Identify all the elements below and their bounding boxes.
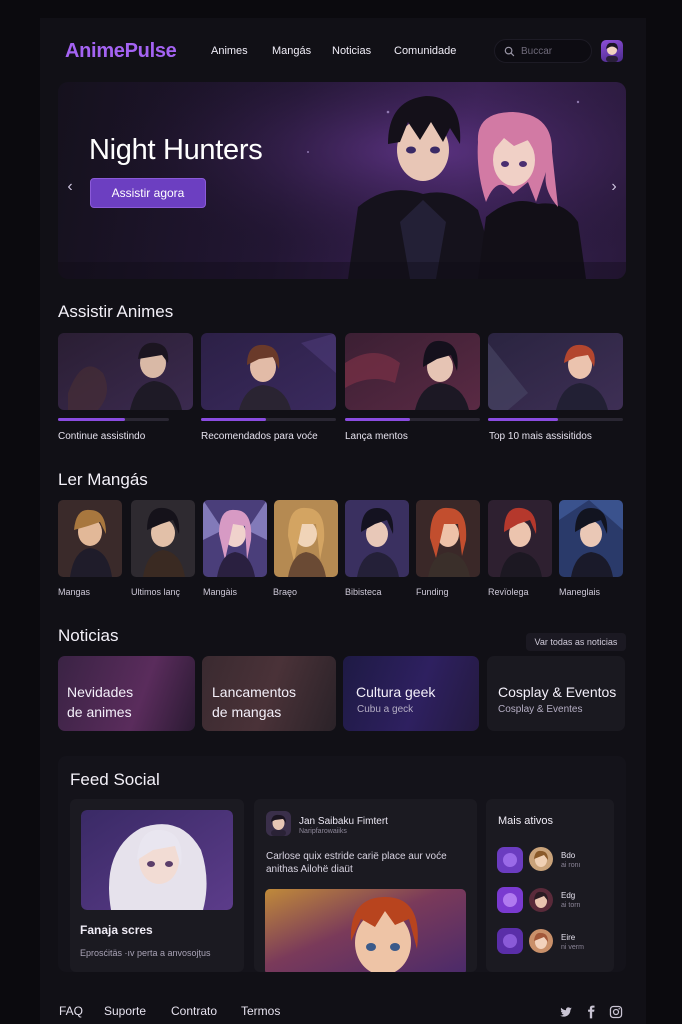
anime-thumbnail <box>488 333 623 410</box>
top-header: AnimePulse Animes Mangás Noticias Comuni… <box>58 34 626 70</box>
search-box[interactable] <box>494 39 592 63</box>
anime-card-label: Continue assistindo <box>58 431 146 442</box>
feed-section-title: Feed Social <box>70 770 160 789</box>
manga-cover[interactable] <box>274 500 338 577</box>
news-card-title: Cosplay & Eventos <box>498 684 617 700</box>
watch-now-button[interactable]: Assistir agora <box>90 178 206 208</box>
anime-card[interactable] <box>345 333 480 410</box>
manga-label: Mangas <box>58 587 91 597</box>
active-user-badge[interactable] <box>497 928 523 954</box>
feed-featured-title: Fanaja scres <box>80 923 153 937</box>
feed-featured-image <box>81 810 233 910</box>
anime-card[interactable] <box>201 333 336 410</box>
manga-section-title: Ler Mangás <box>58 470 148 489</box>
post-author-name[interactable]: Jan Saibaku Fimtert <box>299 816 388 827</box>
footer-link-suporte[interactable]: Suporte <box>104 1004 146 1018</box>
feed-featured-card[interactable]: Fanaja scres Eprosćitäs ·ıv perta a anvo… <box>70 799 244 972</box>
nav-animes[interactable]: Animes <box>211 45 248 57</box>
news-card-title: Nevidades de animes <box>67 684 134 720</box>
facebook-icon[interactable] <box>584 1005 598 1019</box>
manga-cover[interactable] <box>559 500 623 577</box>
user-avatar[interactable] <box>601 40 623 62</box>
hero-title: Night Hunters <box>89 134 263 166</box>
manga-label: Bibisteca <box>345 587 382 597</box>
progress-fill <box>58 418 125 421</box>
anime-card-label: Lança mentos <box>345 431 408 442</box>
see-all-news-button[interactable]: Var todas as noticias <box>526 633 626 651</box>
manga-cover[interactable] <box>58 500 122 577</box>
manga-label: Funding <box>416 587 449 597</box>
anime-card[interactable] <box>58 333 193 410</box>
manga-label: Braęo <box>273 587 298 597</box>
post-author-handle: Naripfarowaiiks <box>299 828 347 835</box>
news-card-subtitle: Cosplay & Eventes <box>498 704 583 715</box>
active-user-sub: ai ronı <box>561 862 581 869</box>
twitter-icon[interactable] <box>559 1005 573 1019</box>
news-card[interactable]: Cosplay & Eventos Cosplay & Eventes <box>487 656 625 731</box>
active-user-name[interactable]: Bdo <box>561 851 575 860</box>
progress-fill <box>345 418 410 421</box>
manga-cover[interactable] <box>131 500 195 577</box>
news-card-title: Lancamentos de mangas <box>212 684 297 720</box>
post-text: Carlose quix estride carië place aur voć… <box>266 851 447 875</box>
anime-card[interactable] <box>488 333 623 410</box>
nav-mangas[interactable]: Mangás <box>272 45 311 57</box>
manga-label: Maneglais <box>559 587 601 597</box>
active-user-name[interactable]: Eire <box>561 933 575 942</box>
post-image[interactable] <box>265 889 466 972</box>
progress-bar <box>58 418 169 421</box>
active-user-sub: ni verm <box>561 944 584 951</box>
footer-link-faq[interactable]: FAQ <box>59 1004 83 1018</box>
footer-link-contrato[interactable]: Contrato <box>171 1004 217 1018</box>
manga-label: Ultimos lanç <box>131 587 181 597</box>
manga-cover[interactable] <box>488 500 552 577</box>
news-card[interactable]: Cultura geek Cubu a geck <box>343 656 479 731</box>
chevron-right-icon[interactable]: › <box>607 179 621 195</box>
active-user-name[interactable]: Edg <box>561 891 575 900</box>
active-user-sub: ai torn <box>561 902 581 909</box>
anime-card-label: Recomendados para voće <box>201 431 318 442</box>
manga-cover[interactable] <box>416 500 480 577</box>
active-user-avatar[interactable] <box>529 888 553 912</box>
most-active-panel: Mais ativos Bdo ai ronı Edg ai torn Eire… <box>486 799 614 972</box>
news-card[interactable]: Nevidades de animes <box>58 656 195 731</box>
progress-bar <box>201 418 336 421</box>
feed-post[interactable]: Jan Saibaku Fimtert Naripfarowaiiks Carl… <box>254 799 477 972</box>
nav-comunidade[interactable]: Comunidade <box>394 45 456 57</box>
manga-cover[interactable] <box>345 500 409 577</box>
footer-link-termos[interactable]: Termos <box>241 1004 280 1018</box>
nav-noticias[interactable]: Noticias <box>332 45 371 57</box>
active-user-avatar[interactable] <box>529 847 553 871</box>
chevron-left-icon[interactable]: ‹ <box>63 179 77 195</box>
progress-bar <box>345 418 480 421</box>
news-card-title: Cultura geek <box>356 684 436 700</box>
news-card[interactable]: Lancamentos de mangas <box>202 656 336 731</box>
anime-thumbnail <box>345 333 480 410</box>
search-input[interactable] <box>521 43 587 59</box>
hero-banner: Night Hunters Assistir agora ‹ › <box>58 82 626 279</box>
logo[interactable]: AnimePulse <box>65 40 177 63</box>
manga-label: Mangàis <box>203 587 238 597</box>
search-icon <box>504 46 515 57</box>
anime-thumbnail <box>58 333 193 410</box>
anime-card-label: Top 10 mais assisitidos <box>489 431 592 442</box>
most-active-title: Mais ativos <box>498 815 554 827</box>
feed-section: Feed Social Fanaja scres Eprosćitäs ·ıv … <box>58 756 626 972</box>
anime-thumbnail <box>201 333 336 410</box>
feed-featured-subtitle: Eprosćitäs ·ıv perta a anvosojțus <box>80 948 211 958</box>
active-user-badge[interactable] <box>497 887 523 913</box>
progress-bar <box>488 418 623 421</box>
manga-label: Revïolega <box>488 587 529 597</box>
news-card-subtitle: Cubu a geck <box>357 704 414 715</box>
news-section-title: Noticias <box>58 626 119 645</box>
progress-fill <box>201 418 266 421</box>
manga-cover[interactable] <box>203 500 267 577</box>
active-user-badge[interactable] <box>497 847 523 873</box>
watch-section-title: Assistir Animes <box>58 302 174 321</box>
post-author-avatar[interactable] <box>266 811 291 836</box>
active-user-avatar[interactable] <box>529 929 553 953</box>
instagram-icon[interactable] <box>609 1005 623 1019</box>
progress-fill <box>488 418 559 421</box>
